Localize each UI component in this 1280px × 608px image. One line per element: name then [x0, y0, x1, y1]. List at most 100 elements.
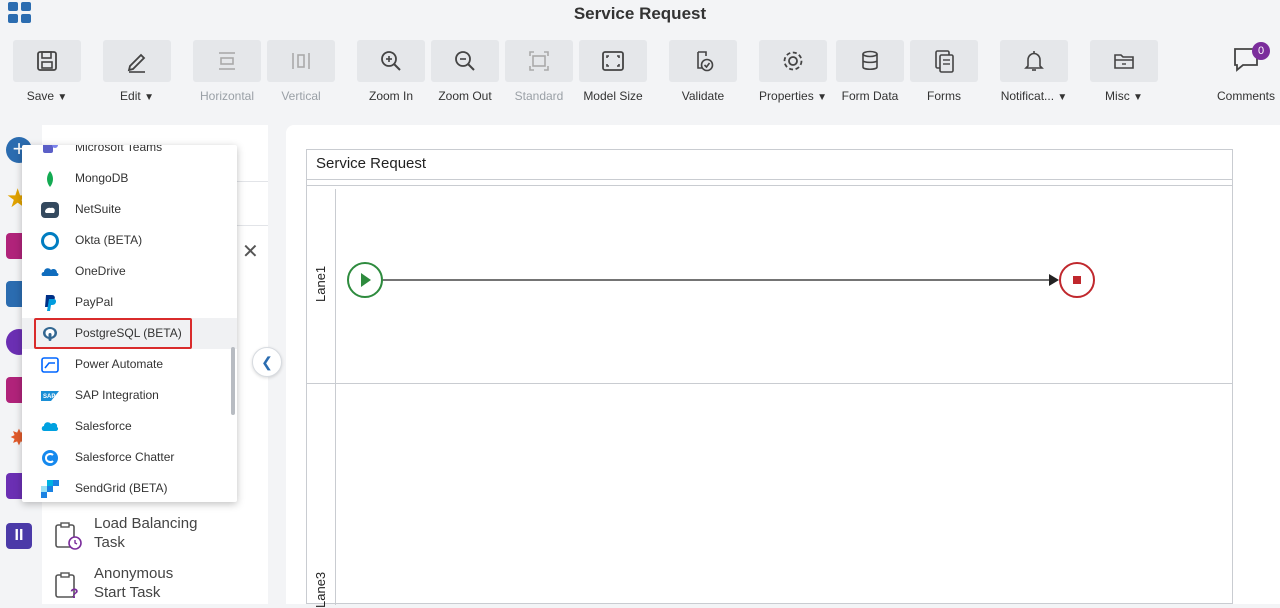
comments-label: Comments	[1216, 89, 1275, 103]
horizontal-layout-icon	[219, 52, 235, 70]
sap-icon: SAP	[41, 391, 59, 401]
validate-button[interactable]: Validate	[668, 40, 738, 106]
task-label-line2: Task	[94, 534, 125, 551]
comments-count-badge: 0	[1252, 42, 1270, 60]
dropdown-item-label: NetSuite	[75, 202, 122, 216]
stop-icon	[1073, 276, 1081, 284]
vertical-label: Vertical	[281, 89, 321, 103]
onedrive-icon	[41, 268, 59, 276]
forms-label: Forms	[927, 89, 961, 103]
folder-icon	[1114, 54, 1134, 69]
forms-button[interactable]: Forms	[909, 40, 979, 106]
paypal-icon	[45, 295, 57, 311]
dropdown-item-label: PayPal	[75, 295, 114, 309]
title-bar: Service Request	[0, 0, 1280, 28]
dropdown-item-label: Microsoft Teams	[75, 145, 163, 154]
microsoft-teams-icon	[43, 145, 58, 153]
save-label: Save	[26, 89, 55, 103]
vertical-button[interactable]: Vertical	[266, 40, 336, 106]
dropdown-item-sendgrid[interactable]: SendGrid (BETA)	[22, 473, 237, 502]
svg-text:SAP: SAP	[43, 394, 55, 400]
standard-size-icon	[529, 51, 549, 71]
dropdown-item-okta[interactable]: Okta (BETA)	[22, 225, 237, 256]
chevron-down-icon: ▼	[144, 92, 154, 103]
misc-label: Misc	[1105, 89, 1130, 103]
properties-button[interactable]: Properties ▼	[758, 40, 828, 106]
dropdown-item-label: SendGrid (BETA)	[75, 481, 168, 495]
close-icon[interactable]: ✕	[242, 239, 259, 264]
pool[interactable]: Service Request Lane1 Lane3	[306, 149, 1233, 608]
okta-icon	[41, 232, 59, 250]
toolbar: Save ▼ Edit ▼ Horizontal Vertical Zoom I…	[0, 30, 1280, 108]
chevron-down-icon: ▼	[57, 92, 68, 103]
lane-divider	[307, 383, 1232, 384]
save-icon	[37, 51, 57, 71]
misc-button[interactable]: Misc ▼	[1089, 40, 1159, 106]
standard-label: Standard	[514, 89, 564, 103]
dropdown-item-label: Power Automate	[75, 357, 164, 371]
task-label-line2: Start Task	[94, 584, 161, 601]
pool-header-divider	[307, 185, 1232, 186]
model-size-label: Model Size	[583, 89, 643, 103]
zoom-out-icon	[455, 51, 475, 71]
validate-label: Validate	[681, 89, 725, 103]
fit-screen-icon	[602, 51, 624, 71]
horizontal-label: Horizontal	[199, 89, 255, 103]
dropdown-item-salesforce[interactable]: Salesforce	[22, 411, 237, 442]
lane-label-3[interactable]: Lane3	[313, 572, 328, 608]
task-label-line1: Load Balancing	[94, 515, 198, 532]
dropdown-item-power-automate[interactable]: Power Automate	[22, 349, 237, 380]
dropdown-item-netsuite[interactable]: NetSuite	[22, 194, 237, 225]
properties-label: Properties	[759, 89, 814, 103]
zoom-out-label: Zoom Out	[438, 89, 492, 103]
zoom-in-button[interactable]: Zoom In	[356, 40, 426, 106]
zoom-in-label: Zoom In	[368, 89, 413, 103]
edit-button[interactable]: Edit ▼	[102, 40, 172, 106]
dropdown-item-label: Salesforce Chatter	[75, 450, 175, 464]
pencil-icon	[127, 53, 146, 73]
dropdown-item-label: SAP Integration	[75, 388, 159, 402]
dropdown-item-onedrive[interactable]: OneDrive	[22, 256, 237, 287]
validate-icon	[697, 51, 714, 72]
dropdown-item-salesforce-chatter[interactable]: Salesforce Chatter	[22, 442, 237, 473]
load-balancing-task-icon	[55, 522, 82, 550]
sendgrid-icon	[41, 480, 59, 498]
dropdown-scrollbar[interactable]	[231, 347, 235, 415]
lane-label-1[interactable]: Lane1	[313, 266, 328, 302]
save-button[interactable]: Save ▼	[12, 40, 82, 106]
gear-icon	[783, 51, 803, 71]
chevron-down-icon: ▼	[817, 92, 827, 103]
dropdown-item-label: OneDrive	[75, 264, 126, 278]
standard-button[interactable]: Standard	[504, 40, 574, 106]
dropdown-item-mongodb[interactable]: MongoDB	[22, 163, 237, 194]
zoom-out-button[interactable]: Zoom Out	[430, 40, 500, 106]
postgresql-icon	[43, 327, 57, 341]
chevron-down-icon: ▼	[1133, 92, 1143, 103]
svg-text:?: ?	[70, 585, 79, 601]
integration-icon[interactable]: II	[6, 523, 32, 549]
collapse-panel-button[interactable]: ❮	[252, 347, 282, 377]
notifications-button[interactable]: Notificat... ▼	[999, 40, 1069, 106]
form-data-label: Form Data	[841, 89, 899, 103]
dropdown-item-sap[interactable]: SAP SAP Integration	[22, 380, 237, 411]
task-anonymous-start[interactable]: ? Anonymous Start Task	[52, 564, 252, 608]
chevron-down-icon: ▼	[1057, 92, 1068, 103]
model-size-button[interactable]: Model Size	[578, 40, 648, 106]
salesforce-chatter-icon	[42, 450, 58, 466]
horizontal-button[interactable]: Horizontal	[192, 40, 262, 106]
task-load-balancing[interactable]: Load Balancing Task	[52, 514, 252, 558]
form-data-button[interactable]: Form Data	[835, 40, 905, 106]
power-automate-icon	[41, 357, 59, 373]
dropdown-item-microsoft-teams[interactable]: Microsoft Teams	[22, 145, 237, 163]
comments-button[interactable]: 0 Comments	[1216, 42, 1276, 103]
task-label-line1: Anonymous	[94, 565, 174, 582]
arrow-head	[1049, 274, 1059, 286]
chevron-left-icon: ❮	[261, 353, 273, 370]
integration-dropdown[interactable]: Microsoft Teams MongoDB NetSuite Okta (B…	[22, 145, 237, 502]
page-title: Service Request	[573, 4, 707, 23]
pool-title: Service Request	[307, 150, 1232, 180]
forms-icon	[935, 50, 954, 73]
dropdown-item-postgresql[interactable]: PostgreSQL (BETA)	[22, 318, 237, 349]
dropdown-item-paypal[interactable]: PayPal	[22, 287, 237, 318]
notifications-label: Notificat...	[1000, 89, 1055, 103]
